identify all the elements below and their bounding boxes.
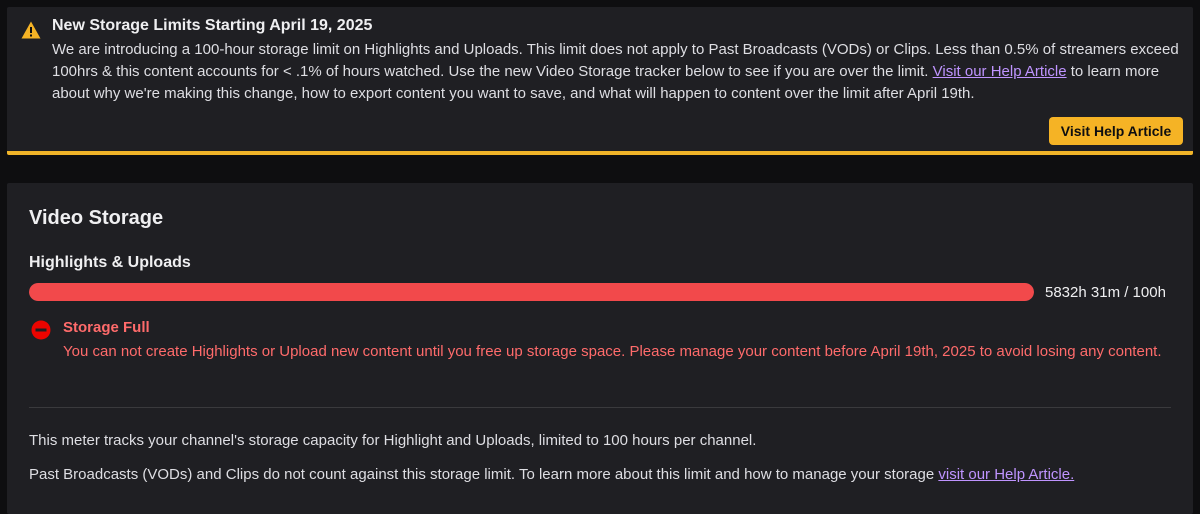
banner-help-link[interactable]: Visit our Help Article [933, 63, 1067, 80]
storage-limits-banner: New Storage Limits Starting April 19, 20… [7, 7, 1193, 155]
visit-help-article-button[interactable]: Visit Help Article [1049, 117, 1183, 145]
storage-meter [29, 283, 1034, 301]
storage-info-text-2: Past Broadcasts (VODs) and Clips do not … [29, 466, 1074, 483]
storage-meter-fill [29, 283, 1034, 301]
warning-triangle-icon [21, 21, 41, 39]
video-storage-card: Video Storage Highlights & Uploads 5832h… [7, 183, 1193, 514]
banner-body: We are introducing a 100-hour storage li… [52, 39, 1182, 105]
storage-usage-text: 5832h 31m / 100h [1045, 284, 1166, 301]
storage-full-title: Storage Full [63, 319, 150, 336]
highlights-uploads-title: Highlights & Uploads [29, 254, 191, 271]
help-article-link[interactable]: visit our Help Article. [938, 466, 1074, 483]
minus-circle-icon [31, 320, 51, 340]
banner-title: New Storage Limits Starting April 19, 20… [52, 17, 373, 34]
divider [29, 407, 1171, 408]
storage-info-text: This meter tracks your channel's storage… [29, 432, 757, 449]
storage-full-message: You can not create Highlights or Upload … [63, 343, 1162, 360]
storage-info-text-2-body: Past Broadcasts (VODs) and Clips do not … [29, 466, 939, 483]
video-storage-title: Video Storage [29, 207, 164, 229]
